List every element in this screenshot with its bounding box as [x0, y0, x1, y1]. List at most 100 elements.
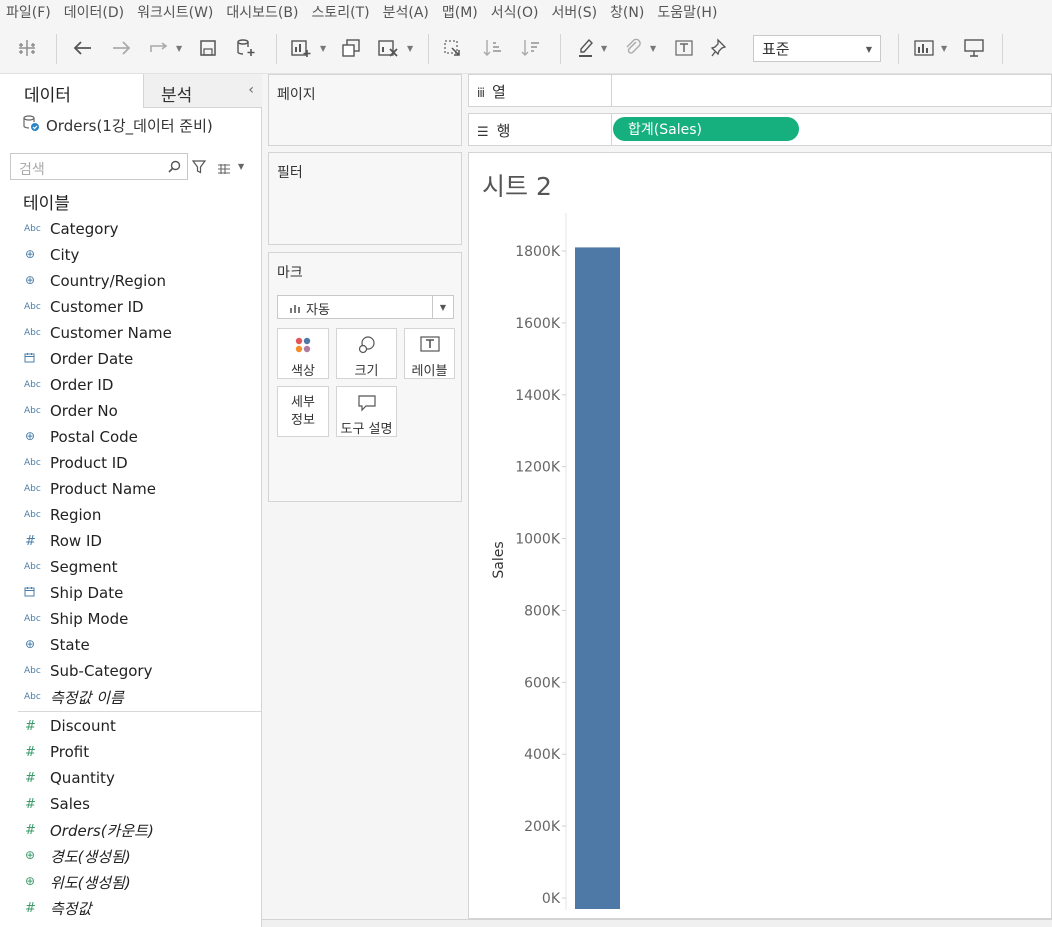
label-button[interactable]: 레이블 [404, 328, 455, 379]
field-name: Orders(카운트) [50, 821, 154, 840]
datasource[interactable]: Orders(1강_데이터 준비) [22, 114, 213, 136]
chevron-down-icon: ▼ [865, 45, 872, 54]
highlight-icon[interactable]: ▼ [577, 36, 607, 60]
field-item[interactable]: ⊕ State [0, 632, 261, 658]
sheet-view: 시트 2 0K 200K 400K 600K 800K 1000K 1200K 1400K 16… [468, 152, 1052, 919]
field-item[interactable]: ⊕ 위도(생성됨) [0, 869, 261, 895]
field-item[interactable]: Abc Order ID [0, 372, 261, 398]
field-item[interactable]: Abc 측정값 이름 [0, 684, 261, 710]
field-name: Row ID [50, 532, 102, 550]
field-item[interactable]: # Row ID [0, 528, 261, 554]
menu-item[interactable]: 맵(M) [442, 2, 478, 22]
field-item[interactable]: Abc Customer ID [0, 294, 261, 320]
rows-pill-sales[interactable]: 합계(Sales) [613, 117, 799, 141]
chevron-down-icon[interactable]: ▼ [238, 162, 244, 171]
search-input[interactable]: 검색 [10, 153, 188, 180]
menu-item[interactable]: 서식(O) [491, 2, 539, 22]
menu-item[interactable]: 창(N) [610, 2, 644, 22]
tableau-logo-icon[interactable] [16, 36, 38, 60]
size-button[interactable]: 크기 [336, 328, 397, 379]
field-item[interactable]: ⊕ Country/Region [0, 268, 261, 294]
color-button[interactable]: 색상 [277, 328, 329, 379]
field-item[interactable]: # Orders(카운트) [0, 817, 261, 843]
string-type-icon: Abc [24, 484, 41, 494]
field-item[interactable]: ⊕ Postal Code [0, 424, 261, 450]
columns-shelf[interactable]: iii 열 [468, 74, 1052, 107]
clear-sheet-icon[interactable]: ▼ [377, 36, 413, 60]
divider [18, 711, 261, 712]
mark-type-select[interactable]: 자동 ▼ [277, 295, 454, 319]
menu-item[interactable]: 데이터(D) [64, 2, 124, 22]
field-item[interactable]: Abc Order No [0, 398, 261, 424]
datasource-name: Orders(1강_데이터 준비) [46, 116, 213, 135]
y-tick-label: 1600K [515, 316, 561, 332]
new-worksheet-icon[interactable]: ▼ [290, 36, 326, 60]
y-tick-label: 800K [524, 603, 561, 619]
tab-data[interactable]: 데이터 [0, 74, 143, 108]
field-item[interactable]: ⊕ City [0, 242, 261, 268]
bar[interactable] [575, 247, 620, 910]
redo-icon[interactable] [110, 36, 132, 60]
save-icon[interactable] [199, 36, 217, 60]
presentation-icon[interactable] [963, 36, 985, 60]
duplicate-icon[interactable] [340, 36, 362, 60]
field-item[interactable]: # 측정값 [0, 895, 261, 921]
rows-icon: ☰ [477, 125, 489, 140]
bar-chart: 0K 200K 400K 600K 800K 1000K 1200K 1400K 1600K 18… [491, 213, 620, 910]
sort-ascending-icon[interactable] [482, 36, 504, 60]
field-item[interactable]: Abc Product Name [0, 476, 261, 502]
menu-item[interactable]: 서버(S) [551, 2, 597, 22]
swap-icon[interactable] [442, 36, 464, 60]
text-label-icon [405, 336, 454, 354]
field-item[interactable]: Order Date [0, 346, 261, 372]
undo-icon[interactable] [72, 36, 94, 60]
menu-item[interactable]: 파일(F) [6, 2, 51, 22]
new-datasource-icon[interactable] [235, 36, 257, 60]
globe-icon: ⊕ [25, 429, 36, 443]
field-item[interactable]: # Quantity [0, 765, 261, 791]
y-tick-label: 200K [524, 819, 561, 835]
field-item[interactable]: # Profit [0, 739, 261, 765]
field-item[interactable]: Abc Customer Name [0, 320, 261, 346]
field-item[interactable]: Abc Product ID [0, 450, 261, 476]
detail-button[interactable]: 세부 정보 [277, 386, 329, 437]
pages-card[interactable]: 페이지 [268, 74, 462, 146]
group-icon[interactable]: ▼ [624, 36, 656, 60]
filters-title: 필터 [277, 165, 303, 181]
field-item[interactable]: Abc Sub-Category [0, 658, 261, 684]
color-label: 색상 [291, 364, 315, 379]
tab-analysis[interactable]: 분석 ‹ [143, 74, 262, 108]
mark-type-value: 자동 [306, 303, 330, 318]
field-item[interactable]: Abc Category [0, 216, 261, 242]
menu-item[interactable]: 분석(A) [383, 2, 429, 22]
field-item[interactable]: ⊕ 경도(생성됨) [0, 843, 261, 869]
field-item[interactable]: # Sales [0, 791, 261, 817]
label-icon[interactable] [674, 36, 694, 60]
menu-item[interactable]: 대시보드(B) [226, 2, 298, 22]
menu-item[interactable]: 도움말(H) [657, 2, 717, 22]
show-me-icon[interactable]: ▼ [913, 36, 947, 60]
number-type-icon: # [25, 822, 36, 838]
marks-card: 마크 자동 ▼ 색상 크기 레이블 세부 정보 도구 설명 [268, 252, 462, 502]
pin-icon[interactable] [710, 36, 730, 60]
rows-shelf-label: ☰ 행 [469, 114, 612, 145]
menu-item[interactable]: 워크시트(W) [137, 2, 213, 22]
filter-icon[interactable] [191, 159, 207, 178]
fit-select[interactable]: 표준 ▼ [753, 35, 881, 62]
sheet-tabs-bar [262, 919, 1052, 927]
string-type-icon: Abc [24, 328, 41, 338]
field-item[interactable]: Abc Ship Mode [0, 606, 261, 632]
sort-descending-icon[interactable] [520, 36, 542, 60]
field-item[interactable]: # Discount [0, 713, 261, 739]
tooltip-button[interactable]: 도구 설명 [336, 386, 397, 437]
collapse-pane-icon[interactable]: ‹ [248, 82, 254, 98]
field-item[interactable]: Abc Segment [0, 554, 261, 580]
field-name: Segment [50, 558, 118, 576]
filters-card[interactable]: 필터 [268, 152, 462, 245]
replay-icon[interactable]: ▼ [148, 36, 182, 60]
menu-item[interactable]: 스토리(T) [311, 2, 369, 22]
field-item[interactable]: Ship Date [0, 580, 261, 606]
calendar-icon [24, 352, 42, 366]
field-item[interactable]: Abc Region [0, 502, 261, 528]
list-view-icon[interactable] [217, 160, 231, 179]
